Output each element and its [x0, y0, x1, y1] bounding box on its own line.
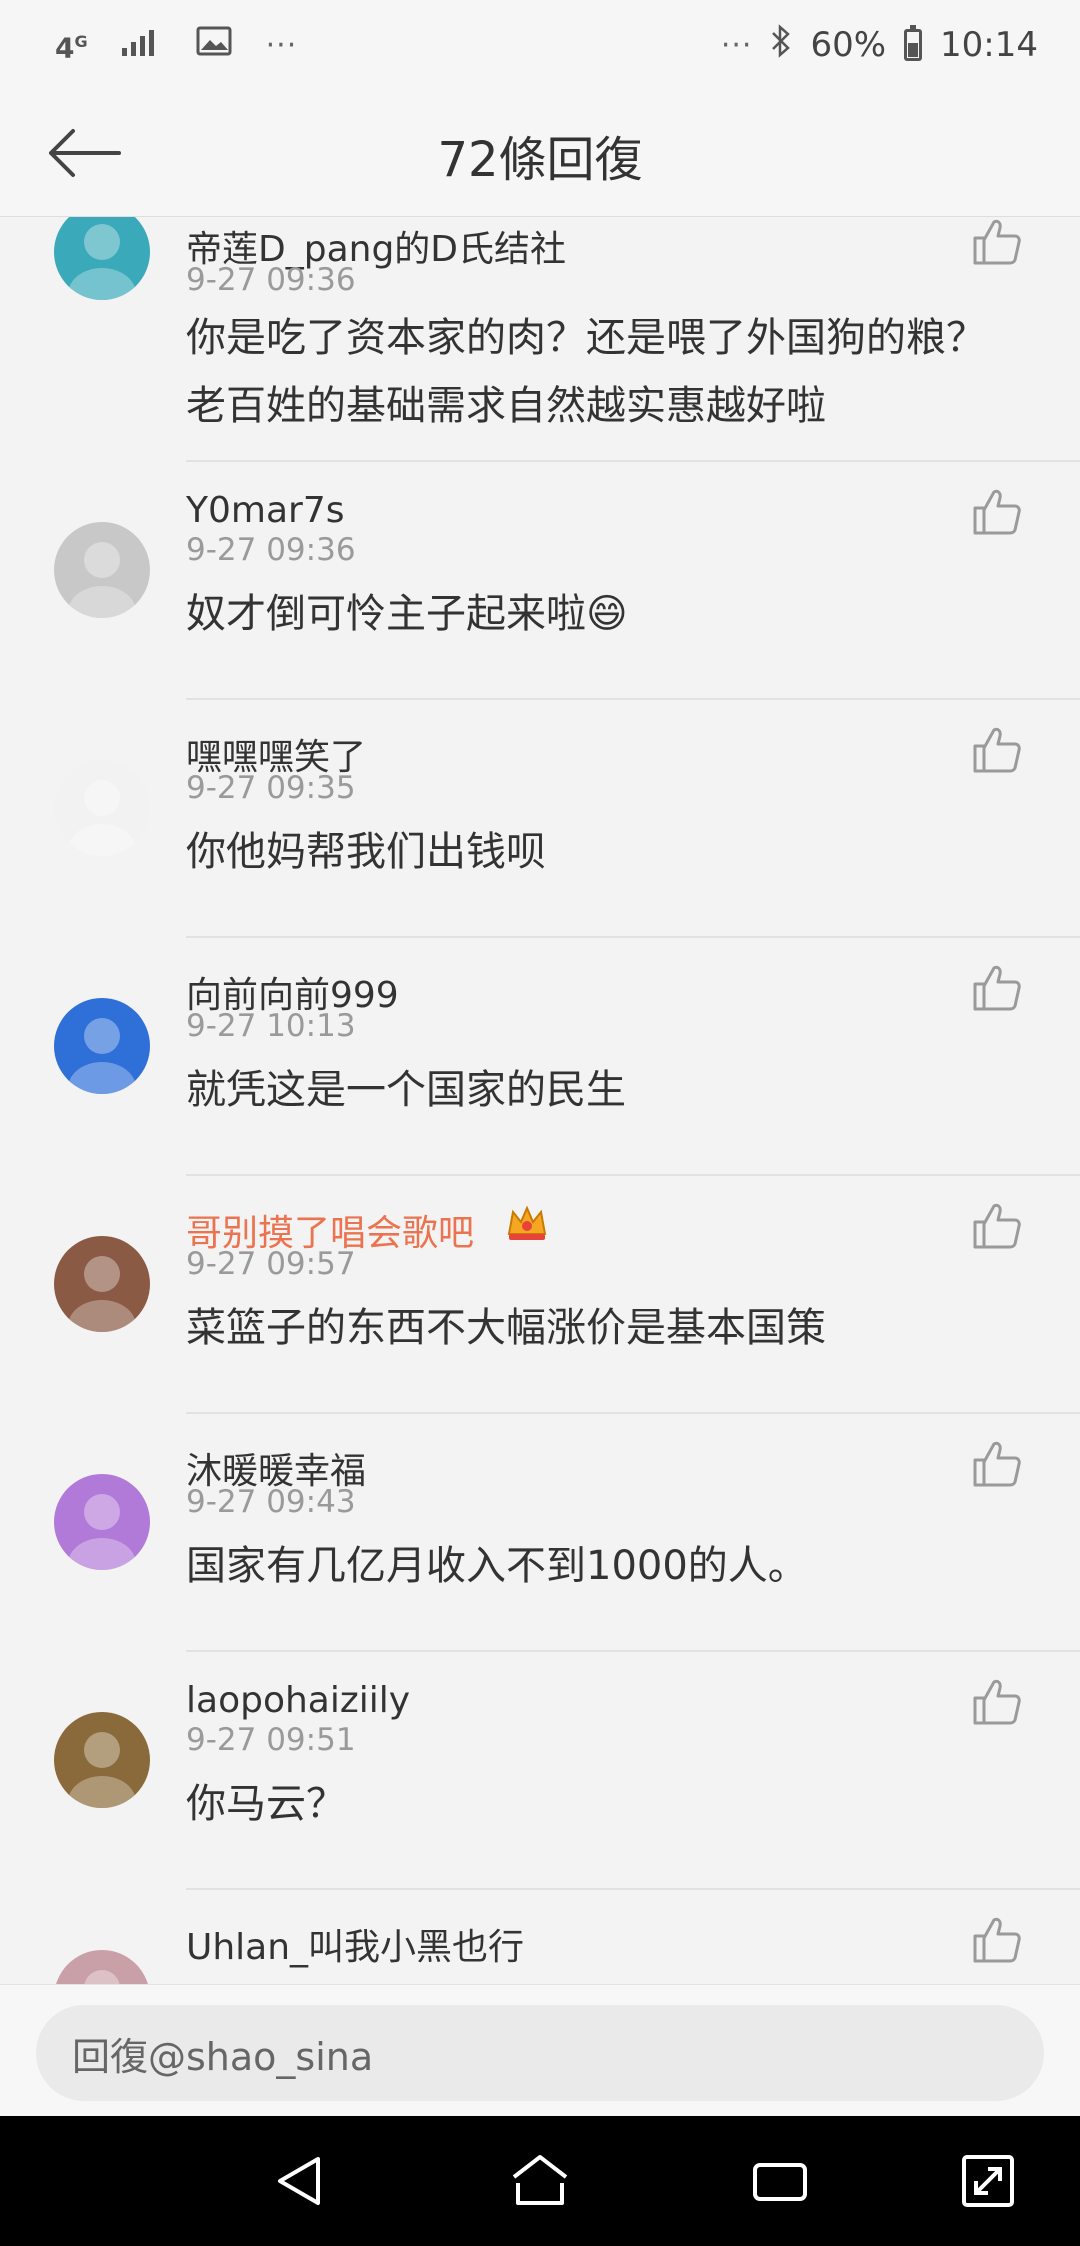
nav-home-icon[interactable] — [510, 2151, 570, 2211]
comment-text: 国家有几亿月收入不到1000的人。 — [186, 1543, 808, 1589]
comment-timestamp: 9-27 09:36 — [186, 262, 356, 298]
comment-divider — [186, 460, 1080, 462]
comment-text: 你是吃了资本家的肉？还是喂了外国狗的粮？ — [186, 315, 986, 361]
like-thumbs-up-icon[interactable] — [970, 962, 1022, 1014]
battery-percent: 60% — [810, 25, 887, 65]
comment-username[interactable]: laopohaiziily — [186, 1680, 410, 1721]
avatar[interactable] — [54, 1950, 150, 1984]
comment-timestamp: 9-27 09:35 — [186, 770, 356, 806]
comment-text: 老百姓的基础需求自然越实惠越好啦 — [186, 383, 826, 429]
comment-text: 就凭这是一个国家的民生 — [186, 1067, 626, 1113]
comment-item[interactable]: Uhlan_叫我小黑也行 — [0, 1917, 1080, 1984]
like-thumbs-up-icon[interactable] — [970, 1438, 1022, 1490]
comment-divider — [186, 1650, 1080, 1652]
page-title: 72條回復 — [437, 132, 643, 188]
system-nav-bar — [0, 2116, 1080, 2246]
top-bar: 72條回復 — [0, 90, 1080, 217]
comment-text: 你马云？ — [186, 1781, 346, 1827]
avatar[interactable] — [54, 1236, 150, 1332]
nav-expand-icon[interactable] — [958, 2151, 1018, 2211]
clock: 10:14 — [940, 25, 1038, 65]
avatar[interactable] — [54, 998, 150, 1094]
network-4g-icon: 4G — [55, 31, 88, 65]
comment-timestamp: 9-27 09:36 — [186, 532, 356, 568]
status-more-right: ··· — [720, 27, 753, 63]
comment-timestamp: 9-27 09:43 — [186, 1484, 356, 1520]
comment-timestamp: 9-27 10:13 — [186, 1008, 356, 1044]
like-thumbs-up-icon[interactable] — [970, 216, 1022, 268]
avatar[interactable] — [54, 760, 150, 856]
comment-timestamp: 9-27 09:51 — [186, 1722, 356, 1758]
comment-divider — [186, 1888, 1080, 1890]
like-thumbs-up-icon[interactable] — [970, 1914, 1022, 1966]
bluetooth-icon — [770, 23, 792, 67]
comment-divider — [186, 698, 1080, 700]
gallery-icon — [196, 25, 232, 65]
comment-list[interactable]: 帝莲D_pang的D氏结社 9-27 09:36 你是吃了资本家的肉？还是喂了外国狗… — [0, 0, 1080, 1984]
nav-back-icon[interactable] — [270, 2151, 330, 2211]
avatar[interactable] — [54, 522, 150, 618]
like-thumbs-up-icon[interactable] — [970, 724, 1022, 776]
vip-crown-icon — [505, 1204, 549, 1248]
like-thumbs-up-icon[interactable] — [970, 1676, 1022, 1728]
comment-divider — [186, 936, 1080, 938]
comment-text: 菜篮子的东西不大幅涨价是基本国策 — [186, 1305, 826, 1351]
avatar[interactable] — [54, 204, 150, 300]
battery-icon — [904, 25, 923, 61]
comment-text: 你他妈帮我们出钱呗 — [186, 829, 546, 875]
status-bar: 4G ··· ··· 60% 10:14 — [0, 0, 1080, 90]
avatar[interactable] — [54, 1712, 150, 1808]
signal-icon — [121, 25, 162, 65]
comment-divider — [186, 1174, 1080, 1176]
comment-divider — [186, 1412, 1080, 1414]
like-thumbs-up-icon[interactable] — [970, 486, 1022, 538]
like-thumbs-up-icon[interactable] — [970, 1200, 1022, 1252]
reply-input[interactable]: 回復@shao_sina — [36, 2005, 1044, 2101]
comment-username[interactable]: Uhlan_叫我小黑也行 — [186, 1918, 524, 1970]
nav-recents-icon[interactable] — [750, 2151, 810, 2211]
comment-username[interactable]: Y0mar7s — [186, 490, 344, 531]
status-more: ··· — [265, 27, 298, 63]
comment-text: 奴才倒可怜主子起来啦😄 — [186, 591, 628, 637]
avatar[interactable] — [54, 1474, 150, 1570]
comment-timestamp: 9-27 09:57 — [186, 1246, 356, 1282]
reply-bar: 回復@shao_sina — [0, 1984, 1080, 2116]
